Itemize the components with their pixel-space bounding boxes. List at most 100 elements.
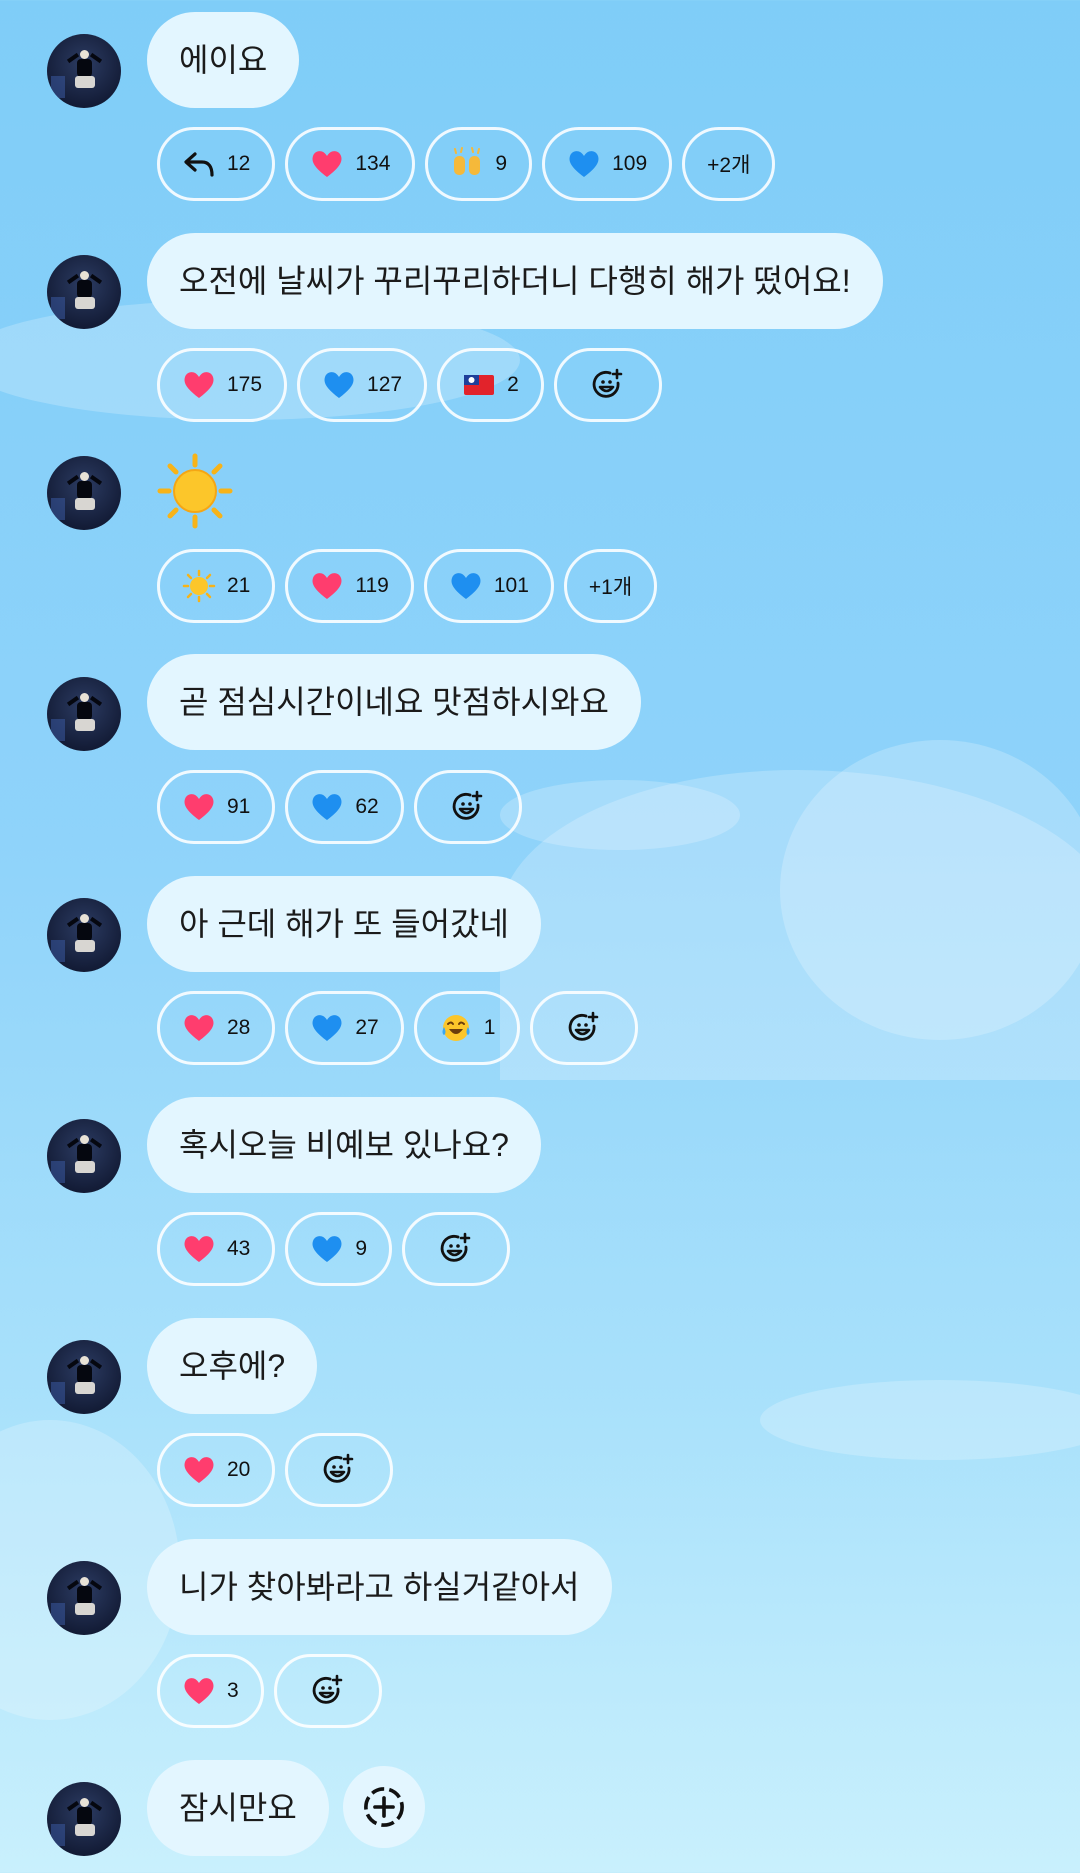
add-reaction-icon — [452, 790, 483, 820]
message-bubble[interactable]: 니가 찾아봐라고 하실거같아서 — [147, 1539, 612, 1635]
reaction-chip-red-heart[interactable]: 134 — [285, 127, 416, 201]
add-reaction-button[interactable] — [413, 770, 522, 844]
reaction-chip-red-heart[interactable]: 3 — [157, 1654, 264, 1728]
blue-heart-icon — [312, 794, 342, 820]
reaction-chip-red-heart[interactable]: 119 — [285, 549, 414, 623]
avatar[interactable] — [47, 255, 121, 329]
red-heart-icon — [184, 1236, 214, 1262]
reaction-count: 175 — [227, 373, 263, 396]
add-reaction-button[interactable] — [402, 1212, 511, 1286]
raised-hands-icon — [454, 147, 481, 175]
add-reaction-button[interactable] — [530, 991, 639, 1065]
reaction-count: 2 — [507, 373, 519, 396]
avatar[interactable] — [47, 34, 121, 108]
reaction-count: 1 — [483, 1016, 496, 1039]
reaction-chip-blue-heart[interactable]: 9 — [285, 1212, 393, 1286]
reaction-chip-raised-hands[interactable]: 9 — [425, 127, 533, 201]
reaction-count: 43 — [227, 1237, 251, 1260]
reaction-count: 109 — [612, 152, 648, 175]
message-bubble[interactable]: 곧 점심시간이네요 맛점하시와요 — [147, 654, 641, 750]
blue-heart-icon — [312, 1015, 342, 1041]
reaction-bar: 91 62 — [157, 770, 522, 844]
reply-icon — [184, 152, 214, 177]
reaction-count: 21 — [227, 574, 251, 597]
red-heart-icon — [184, 794, 214, 820]
reaction-count: 28 — [227, 1016, 251, 1039]
reaction-bar: 43 9 — [157, 1212, 511, 1286]
red-heart-icon — [184, 1678, 214, 1704]
reaction-bar: 28 27 1 — [157, 991, 639, 1065]
red-heart-icon — [184, 372, 214, 398]
add-reaction-icon — [592, 368, 623, 398]
reaction-chip-blue-heart[interactable]: 127 — [297, 348, 428, 422]
blue-heart-icon — [569, 151, 599, 177]
reaction-count: 9 — [495, 152, 508, 175]
reaction-chip-red-heart[interactable]: 28 — [157, 991, 276, 1065]
reaction-count: 27 — [355, 1016, 379, 1039]
message-bubble[interactable]: 혹시오늘 비예보 있나요? — [147, 1097, 541, 1193]
reaction-count: 62 — [355, 795, 379, 818]
message-bubble[interactable]: 아 근데 해가 또 들어갔네 — [147, 876, 541, 972]
reaction-chip-sun[interactable]: 21 — [157, 549, 276, 623]
reaction-chip-reply[interactable]: 12 — [157, 127, 276, 201]
sun-icon — [182, 569, 216, 603]
taiwan-flag-icon — [464, 375, 495, 395]
blue-heart-icon — [312, 1236, 342, 1262]
more-reactions-label: +1개 — [588, 576, 633, 599]
reaction-chip-blue-heart[interactable]: 109 — [542, 127, 673, 201]
reaction-bar: 21 119 101 +1개 — [157, 549, 658, 623]
reaction-count: 12 — [227, 152, 251, 175]
add-reaction-icon — [312, 1674, 342, 1704]
tears-of-joy-icon — [442, 1015, 470, 1041]
reaction-bar: 20 — [157, 1433, 394, 1507]
reaction-bar: 12 134 9 109 +2개 — [157, 127, 776, 201]
message-bubble[interactable]: 에이요 — [147, 12, 300, 108]
avatar[interactable] — [47, 1340, 121, 1414]
reaction-bar: 3 — [157, 1654, 382, 1728]
avatar[interactable] — [47, 677, 121, 751]
reaction-chip-red-heart[interactable]: 175 — [157, 348, 288, 422]
red-heart-icon — [312, 573, 342, 599]
reaction-count: 119 — [355, 574, 389, 597]
message-bubble[interactable]: 오후에? — [147, 1318, 318, 1414]
avatar[interactable] — [47, 898, 121, 972]
add-reaction-button[interactable] — [273, 1654, 382, 1728]
avatar[interactable] — [47, 1119, 121, 1193]
reaction-count: 101 — [493, 574, 529, 597]
add-reaction-button[interactable] — [285, 1433, 394, 1507]
reaction-chip-red-heart[interactable]: 20 — [157, 1433, 276, 1507]
reaction-chip-tears-of-joy[interactable]: 1 — [413, 991, 521, 1065]
reaction-bar: 175 127 2 — [157, 348, 662, 422]
reaction-count: 9 — [355, 1237, 368, 1260]
reaction-chip-red-heart[interactable]: 43 — [157, 1212, 276, 1286]
reaction-chip-blue-heart[interactable]: 62 — [285, 770, 404, 844]
blue-heart-icon — [451, 573, 481, 599]
reaction-count: 134 — [355, 152, 391, 175]
reaction-count: 91 — [227, 795, 251, 818]
reaction-chip-blue-heart[interactable]: 27 — [285, 991, 404, 1065]
message-bubble[interactable]: 잠시만요 — [147, 1760, 329, 1856]
reaction-count: 127 — [367, 373, 403, 396]
red-heart-icon — [184, 1015, 214, 1041]
reaction-chip-blue-heart[interactable]: 101 — [423, 549, 554, 623]
add-reaction-circle-button[interactable] — [343, 1766, 425, 1848]
message-bubble[interactable]: 오전에 날씨가 꾸리꾸리하더니 다행히 해가 떴어요! — [147, 233, 883, 329]
more-reactions-button[interactable]: +2개 — [682, 127, 776, 201]
reaction-chip-red-heart[interactable]: 91 — [157, 770, 276, 844]
avatar[interactable] — [47, 1561, 121, 1635]
reaction-chip-taiwan-flag[interactable]: 2 — [437, 348, 544, 422]
blue-heart-icon — [324, 372, 354, 398]
avatar[interactable] — [47, 456, 121, 530]
reaction-count: 3 — [227, 1679, 239, 1702]
red-heart-icon — [312, 151, 342, 177]
avatar[interactable] — [47, 1782, 121, 1856]
add-reaction-icon — [569, 1011, 599, 1041]
add-reaction-button[interactable] — [553, 348, 662, 422]
add-reaction-icon — [324, 1453, 354, 1483]
more-reactions-label: +2개 — [707, 154, 751, 177]
sun-icon[interactable] — [157, 453, 233, 529]
add-reaction-icon — [440, 1232, 471, 1262]
more-reactions-button[interactable]: +1개 — [563, 549, 658, 623]
reaction-count: 20 — [227, 1458, 251, 1481]
red-heart-icon — [184, 1457, 214, 1483]
